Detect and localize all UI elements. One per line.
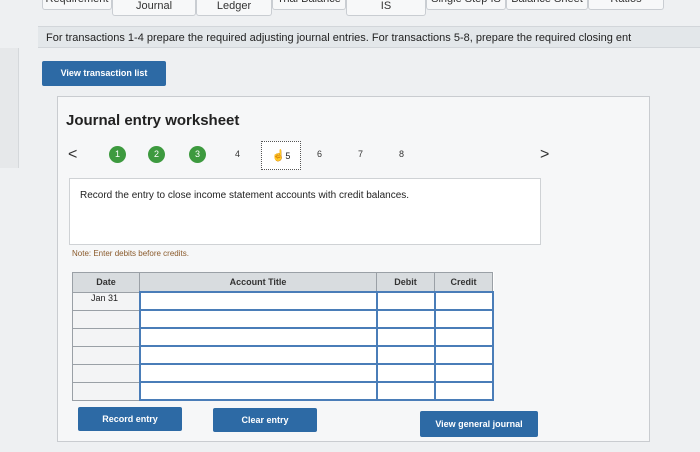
entry-description: Record the entry to close income stateme… xyxy=(80,190,410,201)
tab-bar: Requirement Journal Ledger Trial Balance… xyxy=(0,0,700,20)
step-6[interactable]: 6 xyxy=(311,146,328,163)
date-header: Date xyxy=(72,272,140,293)
tab-is[interactable]: IS xyxy=(346,0,426,16)
table-row xyxy=(72,363,494,383)
step-2[interactable]: 2 xyxy=(148,146,165,163)
account-input[interactable] xyxy=(138,363,378,383)
entry-note: Note: Enter debits before credits. xyxy=(72,249,189,258)
account-input[interactable] xyxy=(138,345,378,365)
step-4[interactable]: 4 xyxy=(229,146,246,163)
step-7[interactable]: 7 xyxy=(352,146,369,163)
table-row xyxy=(72,327,494,347)
tab-balance-sheet[interactable]: Balance Sheet xyxy=(506,0,588,10)
account-input[interactable] xyxy=(138,291,378,311)
credit-input[interactable] xyxy=(433,345,494,365)
account-input[interactable] xyxy=(138,381,378,401)
next-arrow-icon[interactable]: > xyxy=(540,146,549,164)
tab-single-step-is[interactable]: Single Step IS xyxy=(426,0,506,10)
step-5-label: 5 xyxy=(285,151,291,161)
date-cell xyxy=(72,327,140,347)
credit-input[interactable] xyxy=(433,291,494,311)
step-5-current[interactable]: ☝5 xyxy=(261,141,301,170)
debit-input[interactable] xyxy=(375,381,436,401)
credit-header: Credit xyxy=(434,272,493,293)
tab-journal[interactable]: Journal xyxy=(112,0,196,16)
credit-input[interactable] xyxy=(433,327,494,347)
step-8[interactable]: 8 xyxy=(393,146,410,163)
date-cell xyxy=(72,345,140,365)
instruction-text: For transactions 1-4 prepare the require… xyxy=(38,26,700,48)
debit-input[interactable] xyxy=(375,345,436,365)
debit-header: Debit xyxy=(376,272,435,293)
table-row xyxy=(72,381,494,401)
record-entry-button[interactable]: Record entry xyxy=(78,407,182,431)
date-cell xyxy=(72,363,140,383)
account-input[interactable] xyxy=(138,327,378,347)
debit-input[interactable] xyxy=(375,309,436,329)
debit-input[interactable] xyxy=(375,363,436,383)
date-cell xyxy=(72,381,140,401)
view-transaction-list-button[interactable]: View transaction list xyxy=(42,61,166,86)
table-row: Jan 31 xyxy=(72,291,494,311)
hand-cursor-icon: ☝ xyxy=(271,150,286,162)
date-cell: Jan 31 xyxy=(72,291,140,311)
view-general-journal-button[interactable]: View general journal xyxy=(420,411,538,437)
table-header-row: Date Account Title Debit Credit xyxy=(72,272,493,293)
credit-input[interactable] xyxy=(433,381,494,401)
table-row xyxy=(72,345,494,365)
tab-requirement[interactable]: Requirement xyxy=(42,0,112,10)
step-1[interactable]: 1 xyxy=(109,146,126,163)
debit-input[interactable] xyxy=(375,291,436,311)
tab-trial-balance[interactable]: Trial Balance xyxy=(272,0,346,10)
left-margin xyxy=(0,48,19,168)
tab-ratios[interactable]: Ratios xyxy=(588,0,664,10)
credit-input[interactable] xyxy=(433,309,494,329)
account-input[interactable] xyxy=(138,309,378,329)
prev-arrow-icon[interactable]: < xyxy=(68,146,77,164)
table-row xyxy=(72,309,494,329)
step-3[interactable]: 3 xyxy=(189,146,206,163)
account-title-header: Account Title xyxy=(139,272,377,293)
worksheet-title: Journal entry worksheet xyxy=(66,112,240,129)
tab-ledger[interactable]: Ledger xyxy=(196,0,272,16)
journal-table: Date Account Title Debit Credit Jan 31 xyxy=(72,272,494,401)
entry-description-box xyxy=(69,178,541,245)
debit-input[interactable] xyxy=(375,327,436,347)
date-cell xyxy=(72,309,140,329)
clear-entry-button[interactable]: Clear entry xyxy=(213,408,317,432)
credit-input[interactable] xyxy=(433,363,494,383)
